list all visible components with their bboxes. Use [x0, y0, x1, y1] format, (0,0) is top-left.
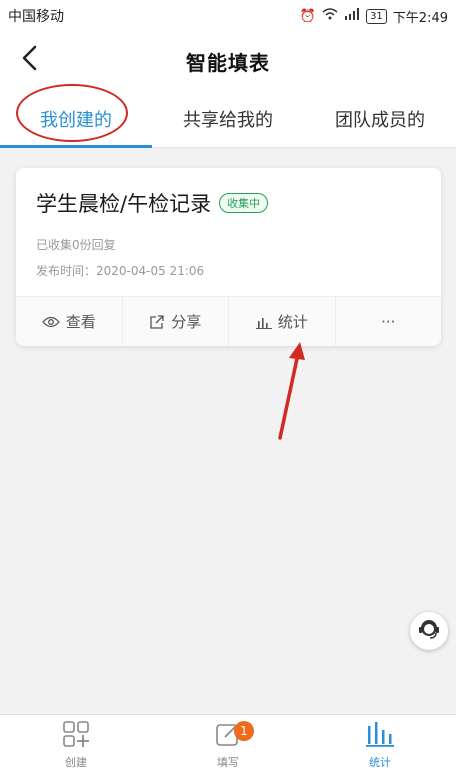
tab-team-members[interactable]: 团队成员的 — [304, 90, 456, 147]
bar-chart-icon — [255, 315, 272, 329]
view-button[interactable]: 查看 — [16, 297, 123, 346]
publish-time: 发布时间：2020-04-05 21:06 — [36, 264, 205, 278]
card-title-row: 学生晨检/午检记录 收集中 — [36, 188, 269, 218]
status-time: 下午2:49 — [392, 10, 448, 26]
back-icon — [21, 45, 37, 75]
share-label: 分享 — [171, 313, 202, 331]
tab-shared-with-me[interactable]: 共享给我的 — [152, 90, 304, 147]
nav-create-label: 创建 — [65, 755, 87, 769]
more-button[interactable]: ··· — [336, 297, 442, 346]
stats-label: 统计 — [277, 313, 308, 331]
alarm-icon: ⏰ — [299, 8, 317, 24]
bottom-nav: 创建 1 填写 统计 — [0, 714, 456, 774]
form-card[interactable]: 学生晨检/午检记录 收集中 已收集0份回复 发布时间：2020-04-05 21… — [16, 168, 441, 346]
battery-indicator: 31 — [366, 8, 387, 24]
share-icon — [149, 314, 165, 330]
page-title: 智能填表 — [186, 50, 270, 75]
status-badge: 收集中 — [219, 193, 269, 213]
eye-icon — [41, 316, 60, 328]
stats-button[interactable]: 统计 — [229, 297, 336, 346]
nav-stats-label: 统计 — [369, 755, 391, 769]
card-title: 学生晨检/午检记录 — [36, 192, 212, 216]
collected-count: 已收集0份回复 — [36, 238, 116, 252]
carrier-label: 中国移动 — [8, 9, 64, 25]
status-bar: 中国移动 ⏰ 31 下午2:49 — [0, 0, 456, 32]
fill-notification-badge: 1 — [234, 721, 254, 741]
support-button[interactable] — [410, 612, 448, 650]
card-actions: 查看 分享 统计 ··· — [16, 296, 441, 346]
view-label: 查看 — [65, 313, 96, 331]
back-button[interactable] — [14, 44, 44, 76]
nav-fill-label: 填写 — [217, 755, 239, 769]
share-button[interactable]: 分享 — [123, 297, 229, 346]
signal-icon — [344, 8, 360, 24]
annotation-arrow — [272, 340, 312, 444]
create-icon — [62, 720, 90, 751]
app-header: 智能填表 — [0, 32, 456, 90]
status-right: ⏰ 31 下午2:49 — [300, 7, 448, 26]
stats-icon — [365, 720, 395, 751]
nav-create[interactable]: 创建 — [0, 715, 152, 774]
wifi-icon — [322, 8, 338, 24]
nav-stats[interactable]: 统计 — [304, 715, 456, 774]
annotation-circle — [16, 84, 128, 142]
support-icon — [416, 616, 442, 646]
nav-fill[interactable]: 1 填写 — [152, 715, 304, 774]
more-icon: ··· — [381, 312, 396, 331]
